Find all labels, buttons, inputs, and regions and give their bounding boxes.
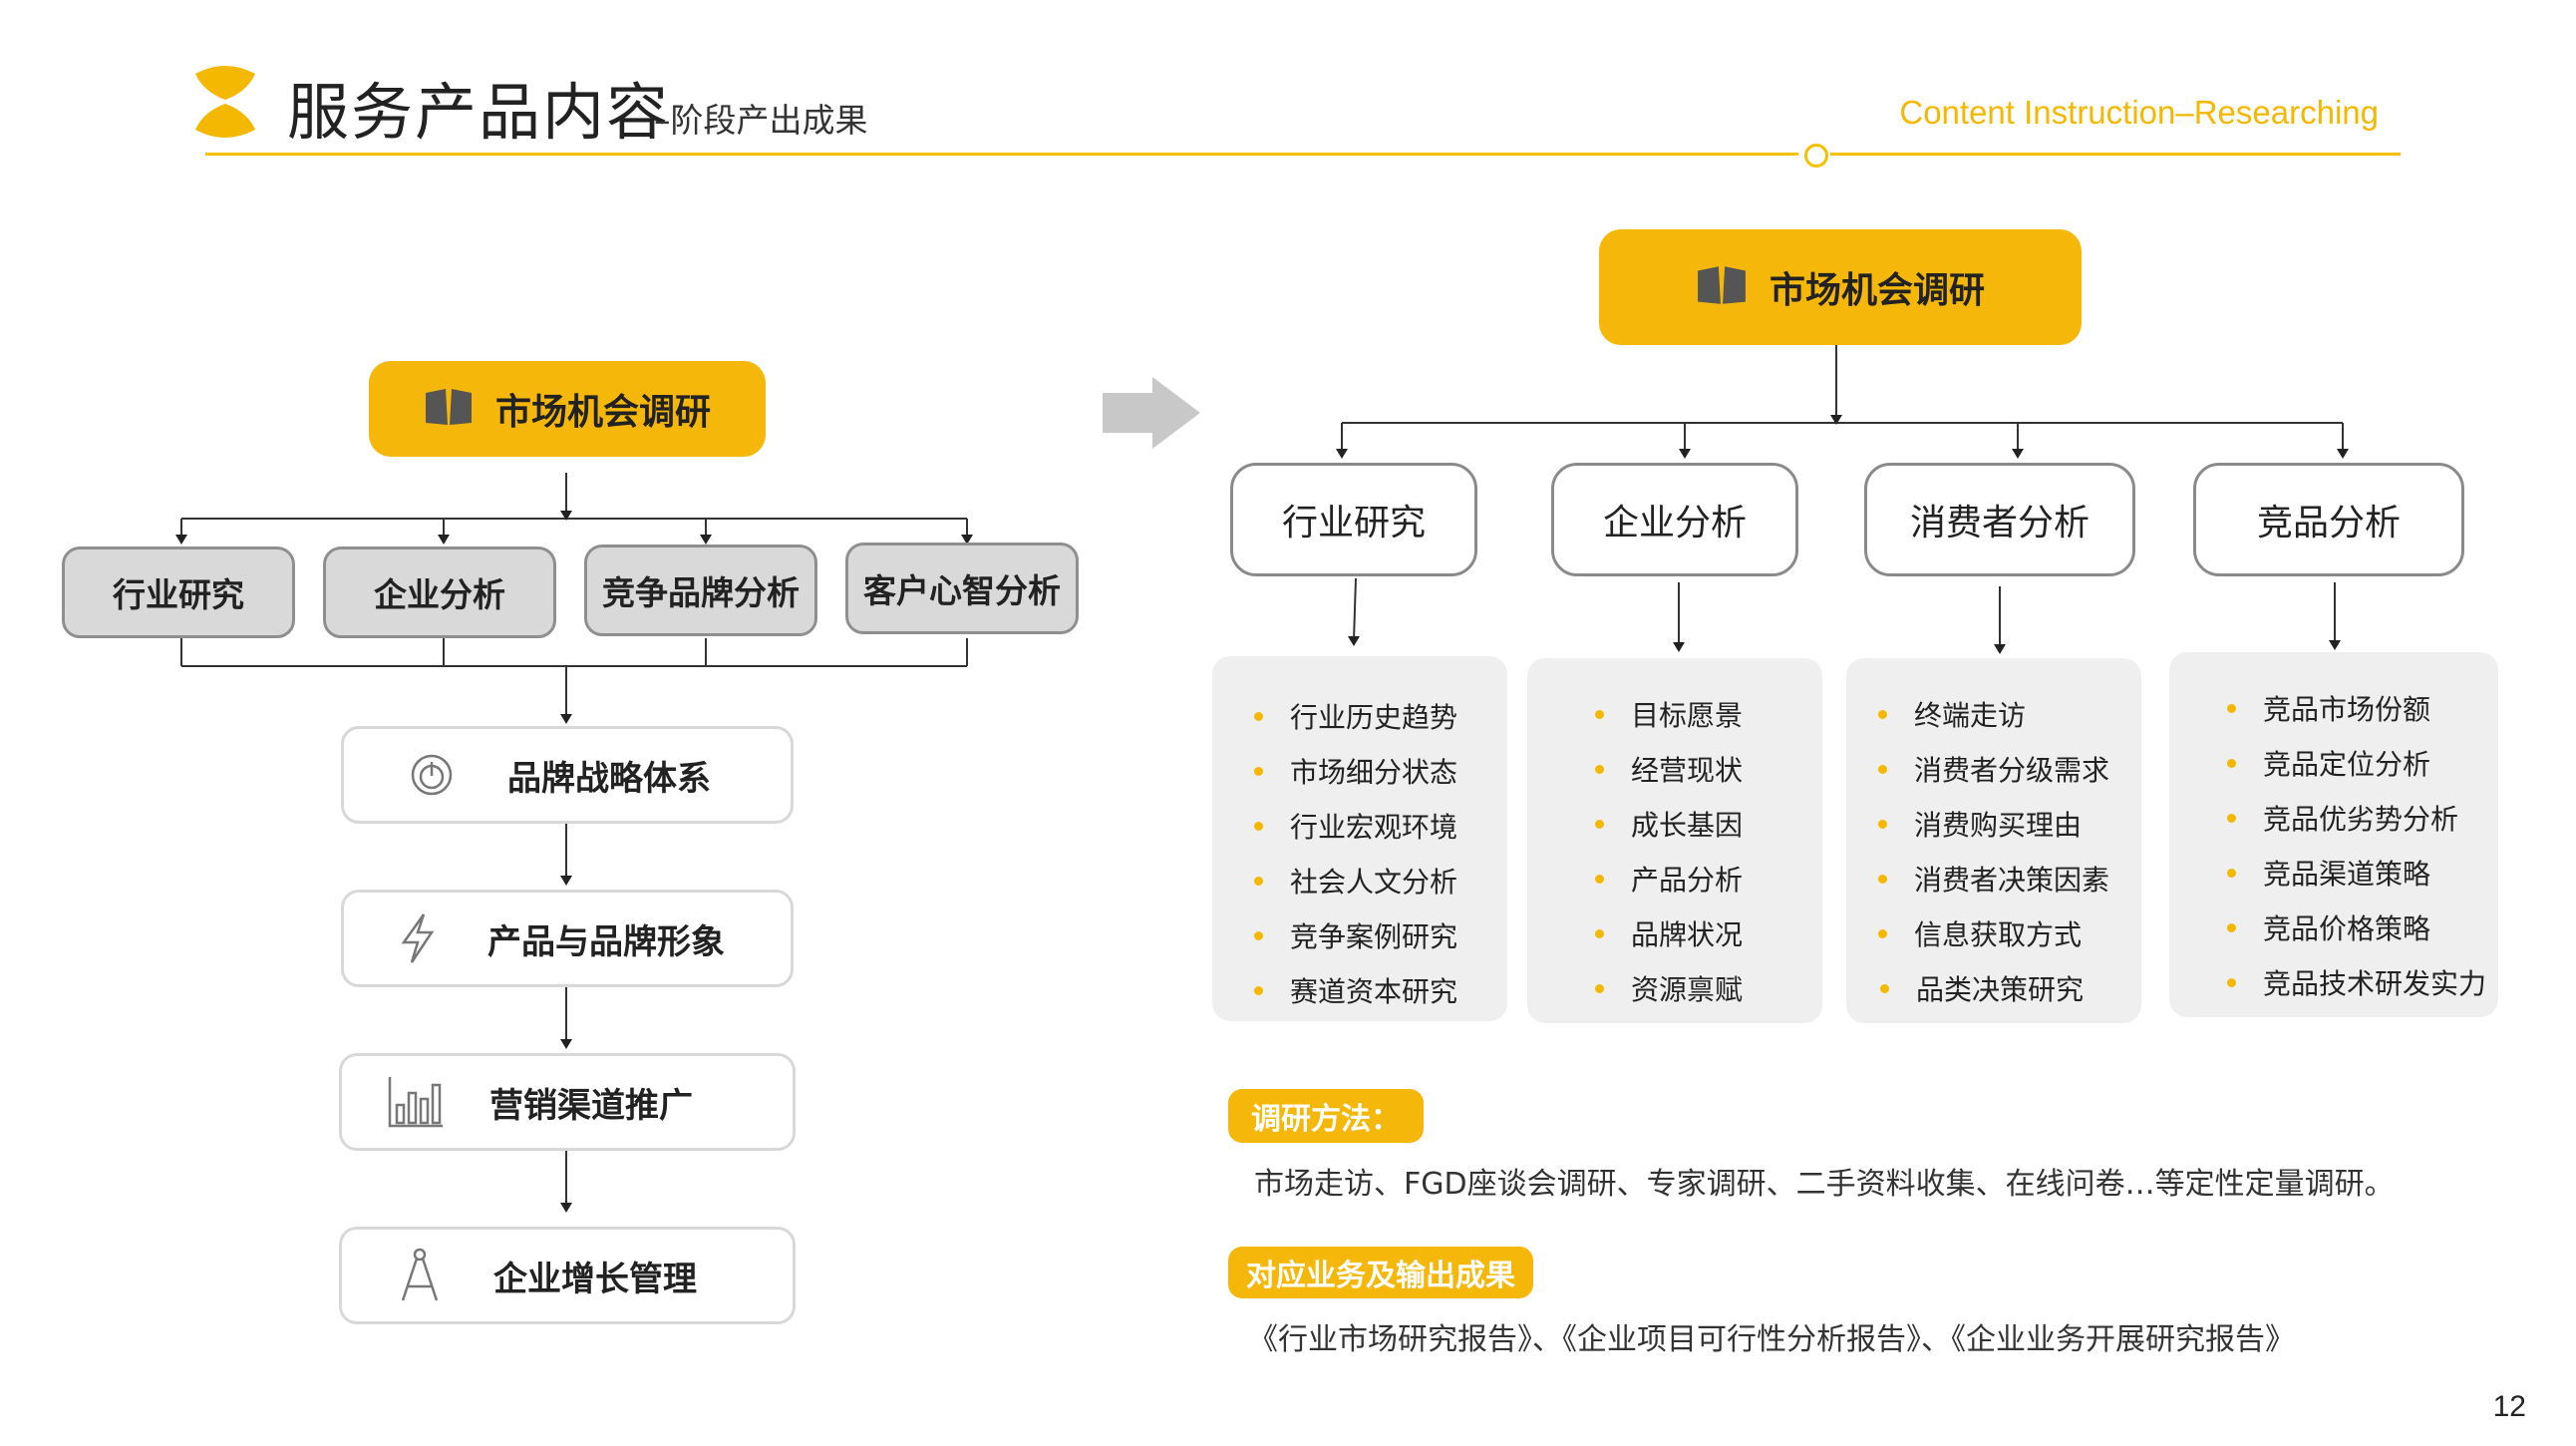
right-root-node: 市场机会调研 [1599,229,2082,345]
bar-chart-icon [386,1072,446,1132]
branch-label: 企业分析 [1602,503,1747,543]
divider-circle [1804,144,1828,168]
list-item: 成长基因 [1594,804,1743,844]
category-label: 企业分析 [374,575,505,614]
stage-label: 企业增长管理 [493,1259,697,1299]
list-item: 竞品市场份额 [2226,688,2430,728]
list-item: 赛道资本研究 [1253,970,1457,1010]
list-item: 消费者决策因素 [1877,859,2109,899]
list-item: 竞争案例研究 [1253,915,1457,955]
list-item: 品牌状况 [1594,913,1743,953]
list-item: 品类决策研究 [1879,968,2084,1008]
brand-logo [187,64,263,140]
transition-arrow [1103,377,1200,449]
list-item: 经营现状 [1594,749,1743,789]
list-item: 消费者分级需求 [1877,749,2109,789]
panel-consumer: 终端走访 消费者分级需求 消费购买理由 消费者决策因素 信息获取方式 品类决策研… [1846,658,2141,1023]
list-item: 信息获取方式 [1877,913,2082,953]
stage-label: 产品与品牌形象 [487,921,725,962]
methods-text: 市场走访、FGD座谈会调研、专家调研、二手资料收集、在线问卷…等定性定量调研。 [1254,1167,2395,1202]
category-label: 竞争品牌分析 [602,573,800,612]
list-item: 目标愿景 [1594,694,1743,734]
left-root-node: 市场机会调研 [369,361,766,457]
panel-enterprise: 目标愿景 经营现状 成长基因 产品分析 品牌状况 资源禀赋 [1527,658,1822,1023]
list-item: 终端走访 [1877,694,2026,734]
right-root-label: 市场机会调研 [1769,270,1985,311]
left-category-2: 企业分析 [323,546,556,638]
methods-tag: 调研方法： [1228,1089,1424,1143]
branch-label: 竞品分析 [2256,503,2401,543]
stage-label: 营销渠道推广 [489,1085,693,1126]
category-label: 客户心智分析 [863,571,1061,610]
page-title: 服务产品内容 [287,76,671,149]
list-item: 产品分析 [1594,859,1743,899]
english-title: Content Instruction–Researching [1899,94,2379,131]
outputs-tag: 对应业务及输出成果 [1228,1247,1533,1298]
list-item: 市场细分状态 [1253,751,1457,791]
book-icon [1696,264,1748,310]
left-category-4: 客户心智分析 [845,542,1079,634]
header-divider-right [1830,153,2401,156]
power-icon [402,745,462,805]
list-item: 竞品优劣势分析 [2226,798,2458,838]
branch-label: 消费者分析 [1909,503,2090,543]
header-divider-left [205,153,1798,156]
left-stage-1: 品牌战略体系 [341,726,794,824]
list-item: 资源禀赋 [1594,968,1743,1008]
left-category-3: 竞争品牌分析 [584,544,817,636]
page-subtitle: –阶段产出成果 [654,101,868,140]
list-item: 社会人文分析 [1253,861,1457,901]
list-item: 行业历史趋势 [1253,696,1457,736]
left-stage-3: 营销渠道推广 [339,1053,796,1151]
compass-icon [390,1246,450,1305]
branch-enterprise: 企业分析 [1551,463,1798,576]
list-item: 行业宏观环境 [1253,806,1457,846]
outputs-text: 《行业市场研究报告》、《企业项目可行性分析报告》、《企业业务开展研究报告》 [1248,1322,2295,1357]
left-category-1: 行业研究 [62,546,295,638]
panel-industry: 行业历史趋势 市场细分状态 行业宏观环境 社会人文分析 竞争案例研究 赛道资本研… [1212,656,1507,1021]
left-stage-2: 产品与品牌形象 [341,890,794,987]
left-stage-4: 企业增长管理 [339,1227,796,1324]
left-root-label: 市场机会调研 [494,392,711,433]
branch-label: 行业研究 [1281,503,1426,543]
stage-label: 品牌战略体系 [507,758,711,799]
lightning-icon [388,908,448,968]
page-number: 12 [2492,1390,2526,1423]
branch-competitor: 竞品分析 [2193,463,2464,576]
list-item: 竞品渠道策略 [2226,853,2430,893]
panel-competitor: 竞品市场份额 竞品定位分析 竞品优劣势分析 竞品渠道策略 竞品价格策略 竞品技术… [2169,652,2498,1017]
branch-consumer: 消费者分析 [1864,463,2135,576]
list-item: 竞品技术研发实力 [2226,962,2486,1002]
list-item: 消费购买理由 [1877,804,2082,844]
list-item: 竞品价格策略 [2226,907,2430,947]
book-icon [424,387,474,431]
branch-industry: 行业研究 [1230,463,1477,576]
list-item: 竞品定位分析 [2226,743,2430,783]
category-label: 行业研究 [113,575,244,614]
